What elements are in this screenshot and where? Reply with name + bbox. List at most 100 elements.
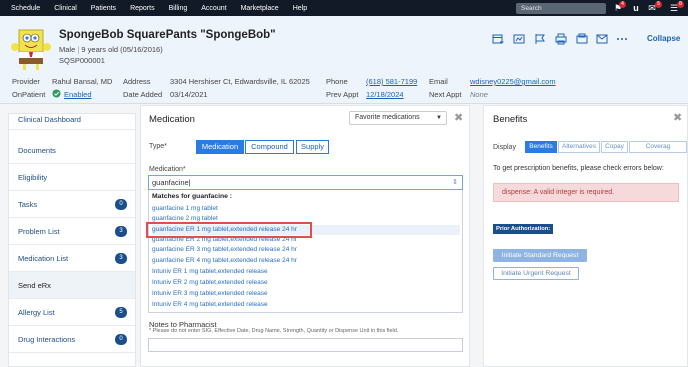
nav-reports[interactable]: Reports [130, 5, 155, 12]
medication-autocomplete: Matches for guanfacine : guanfacine 1 mg… [148, 190, 463, 313]
medication-option[interactable]: guanfacine ER 3 mg tablet,extended relea… [152, 245, 460, 255]
menu-badge: 8 [677, 1, 684, 8]
message-icon[interactable] [596, 33, 608, 45]
medication-label: Medication* [149, 166, 186, 173]
date-added-label: Date Added [123, 90, 163, 99]
nav-marketplace[interactable]: Marketplace [241, 5, 279, 12]
sidebar-item-label: Send eRx [18, 281, 51, 290]
onpatient-label: OnPatient [12, 90, 46, 99]
nav-account[interactable]: Account [201, 5, 226, 12]
medication-title: Medication [149, 114, 195, 125]
favorite-medications-select[interactable]: Favorite medications ▼ [349, 111, 447, 125]
benefits-panel: Benefits ✖ Display Benefits Alternatives… [483, 105, 688, 367]
fax-icon[interactable] [576, 33, 588, 45]
chart-icon[interactable] [513, 33, 525, 45]
sidebar-item-label: Tasks [18, 200, 38, 209]
sidebar-item-documents[interactable]: Documents [9, 137, 135, 164]
nav-schedule[interactable]: Schedule [11, 5, 40, 12]
tab-coverage[interactable]: Coverag [629, 141, 687, 153]
medication-option[interactable]: Intuniv ER 1 mg tablet,extended release [152, 267, 460, 277]
type-supply-button[interactable]: Supply [296, 140, 329, 154]
medication-option[interactable]: Intuniv ER 4 mg tablet,extended release [152, 300, 460, 310]
count-badge: 5 [115, 307, 127, 318]
close-icon[interactable]: ✖ [454, 111, 463, 124]
sidebar-item-clinical-dashboard[interactable]: Clinical Dashboard [9, 109, 135, 130]
sort-icon: ⇕ [452, 179, 458, 186]
count-badge: 0 [115, 199, 127, 210]
benefits-message: To get prescription benefits, please che… [493, 165, 664, 172]
medication-input[interactable]: guanfacine| ⇕ [148, 175, 463, 190]
medication-option[interactable]: Intuniv ER 3 mg tablet,extended release [152, 289, 460, 299]
count-badge: 3 [115, 253, 127, 264]
sidebar-item-medication-list[interactable]: Medication List 3 [9, 245, 135, 272]
patient-id: SQSP000001 [59, 56, 105, 65]
phone-label: Phone [326, 77, 348, 86]
check-circle-icon [52, 89, 61, 98]
nav-patients[interactable]: Patients [91, 5, 116, 12]
tab-copay[interactable]: Copay [601, 141, 628, 153]
medication-option[interactable]: Intuniv ER 2 mg tablet,extended release [152, 278, 460, 288]
provider-value: Rahul Bansal, MD [52, 77, 113, 86]
nav-help[interactable]: Help [293, 5, 307, 12]
flag-icon[interactable] [534, 33, 546, 45]
sidebar-item-send-erx[interactable]: Send eRx [9, 272, 135, 299]
onpatient-enabled-link[interactable]: Enabled [64, 90, 92, 99]
medication-option[interactable]: guanfacine 1 mg tablet [152, 204, 460, 214]
display-label: Display [493, 144, 516, 151]
more-icon[interactable] [616, 33, 628, 45]
nav-clinical[interactable]: Clinical [54, 5, 77, 12]
sidebar-item-label: Problem List [18, 227, 60, 236]
mail-badge: 5 [655, 1, 662, 8]
sidebar-item-label: Documents [18, 146, 56, 155]
prior-authorization-badge: Prior Authorization: [493, 224, 554, 234]
sidebar-item-tasks[interactable]: Tasks 0 [9, 191, 135, 218]
address-value: 3304 Hershiser Ct, Edwardsville, IL 6202… [170, 77, 310, 86]
initiate-urgent-request-button[interactable]: Initiate Urgent Request [493, 267, 579, 280]
patient-demographics: Male | 9 years old (05/16/2016) [59, 45, 163, 54]
print-icon[interactable] [555, 33, 567, 45]
address-label: Address [123, 77, 151, 86]
prev-appt-label: Prev Appt [326, 90, 359, 99]
prev-appt-link[interactable]: 12/18/2024 [366, 90, 404, 99]
top-nav: Schedule Clinical Patients Reports Billi… [0, 0, 688, 16]
collapse-button[interactable]: Collapse [647, 34, 680, 43]
date-added-value: 03/14/2021 [170, 90, 208, 99]
notes-input[interactable] [148, 338, 463, 352]
sidebar-item-label: Eligibility [18, 173, 48, 182]
favorite-medications-value: Favorite medications [355, 114, 420, 121]
sidebar-item-drug-interactions[interactable]: Drug Interactions 0 [9, 326, 135, 353]
tab-benefits[interactable]: Benefits [525, 141, 557, 153]
sidebar-item-label: Drug Interactions [18, 335, 76, 344]
clinical-sidebar: Clinical Dashboard Documents Eligibility… [8, 113, 136, 367]
u-logo-icon[interactable]: u [631, 3, 641, 13]
close-icon[interactable]: ✖ [673, 111, 682, 124]
count-badge: 0 [115, 334, 127, 345]
next-appt-label: Next Appt [429, 90, 462, 99]
nav-billing[interactable]: Billing [169, 5, 188, 12]
sidebar-item-eligibility[interactable]: Eligibility [9, 164, 135, 191]
type-compound-button[interactable]: Compound [245, 140, 294, 154]
patient-sex: Male [59, 45, 76, 54]
sidebar-item-allergy-list[interactable]: Allergy List 5 [9, 299, 135, 326]
benefits-error-alert: dispense: A valid integer is required. [493, 183, 679, 202]
tab-alternatives[interactable]: Alternatives [558, 141, 600, 153]
medication-input-value: guanfacine [152, 178, 189, 187]
type-medication-button[interactable]: Medication [196, 140, 244, 154]
calendar-add-icon[interactable] [492, 33, 504, 45]
patient-header: SpongeBob SquarePants "SpongeBob" Male |… [0, 16, 688, 104]
sidebar-item-problem-list[interactable]: Problem List 3 [9, 218, 135, 245]
search-input[interactable]: Search [516, 3, 606, 14]
benefits-title: Benefits [493, 114, 528, 125]
patient-age: 9 years old (05/16/2016) [81, 45, 163, 54]
medication-option[interactable]: guanfacine ER 4 mg tablet,extended relea… [152, 256, 460, 266]
sidebar-item-label: Allergy List [18, 308, 55, 317]
notes-hint: * Please do not enter SIG, Effective Dat… [149, 328, 399, 334]
email-link[interactable]: wdisney0225@gmail.com [470, 77, 556, 86]
sidebar-item-label: Medication List [18, 254, 69, 263]
highlight-annotation [146, 222, 312, 238]
sidebar-item-label: Clinical Dashboard [18, 115, 81, 124]
email-label: Email [429, 77, 448, 86]
initiate-standard-request-button[interactable]: Initiate Standard Request [493, 249, 587, 262]
next-appt-value: None [470, 90, 488, 99]
phone-link[interactable]: (618) 581-7199 [366, 77, 417, 86]
